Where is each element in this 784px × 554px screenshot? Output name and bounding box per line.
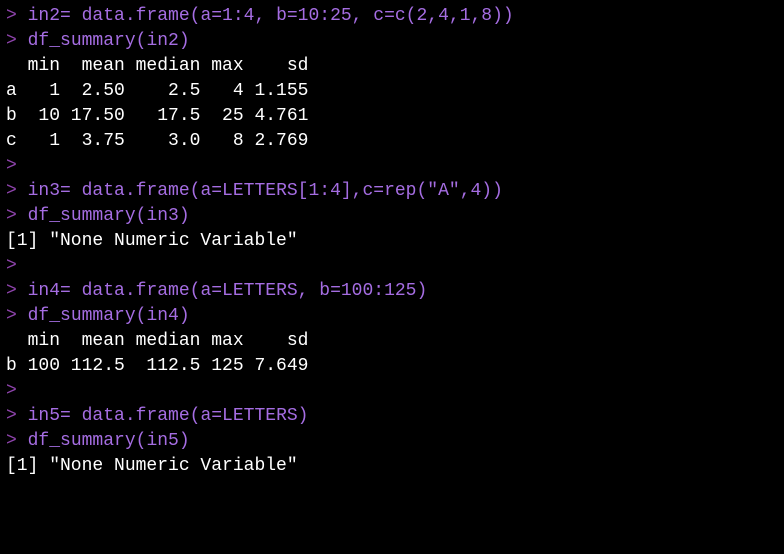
output-text: b 10 17.50 17.5 25 4.761 <box>6 106 308 126</box>
terminal-line: min mean median max sd <box>6 54 778 79</box>
terminal-line: > <box>6 254 778 279</box>
terminal-line: > df_summary(in5) <box>6 429 778 454</box>
terminal-line: > df_summary(in4) <box>6 304 778 329</box>
prompt-char: > <box>6 281 17 301</box>
command-text: df_summary(in2) <box>28 31 190 51</box>
prompt-char: > <box>6 431 17 451</box>
terminal-line: min mean median max sd <box>6 329 778 354</box>
prompt-char: > <box>6 31 17 51</box>
terminal-line: > in2= data.frame(a=1:4, b=10:25, c=c(2,… <box>6 4 778 29</box>
terminal-line: b 10 17.50 17.5 25 4.761 <box>6 104 778 129</box>
prompt-char: > <box>6 6 17 26</box>
output-text: min mean median max sd <box>6 56 308 76</box>
terminal[interactable]: > in2= data.frame(a=1:4, b=10:25, c=c(2,… <box>0 0 784 483</box>
terminal-line: [1] "None Numeric Variable" <box>6 229 778 254</box>
terminal-line: > <box>6 379 778 404</box>
terminal-line: > df_summary(in2) <box>6 29 778 54</box>
output-text: c 1 3.75 3.0 8 2.769 <box>6 131 308 151</box>
terminal-line: c 1 3.75 3.0 8 2.769 <box>6 129 778 154</box>
terminal-line: > <box>6 154 778 179</box>
terminal-line: a 1 2.50 2.5 4 1.155 <box>6 79 778 104</box>
terminal-line: > in5= data.frame(a=LETTERS) <box>6 404 778 429</box>
output-text: a 1 2.50 2.5 4 1.155 <box>6 81 308 101</box>
terminal-line: > in3= data.frame(a=LETTERS[1:4],c=rep("… <box>6 179 778 204</box>
terminal-line: b 100 112.5 112.5 125 7.649 <box>6 354 778 379</box>
prompt-char: > <box>6 306 17 326</box>
prompt-char: > <box>6 381 17 401</box>
prompt-char: > <box>6 206 17 226</box>
command-text: df_summary(in4) <box>28 306 190 326</box>
prompt-char: > <box>6 406 17 426</box>
terminal-line: [1] "None Numeric Variable" <box>6 454 778 479</box>
command-text: in3= data.frame(a=LETTERS[1:4],c=rep("A"… <box>28 181 503 201</box>
command-text: df_summary(in3) <box>28 206 190 226</box>
output-text: [1] "None Numeric Variable" <box>6 456 298 476</box>
command-text: in5= data.frame(a=LETTERS) <box>28 406 309 426</box>
terminal-line: > in4= data.frame(a=LETTERS, b=100:125) <box>6 279 778 304</box>
terminal-line: > df_summary(in3) <box>6 204 778 229</box>
command-text: in4= data.frame(a=LETTERS, b=100:125) <box>28 281 428 301</box>
command-text: in2= data.frame(a=1:4, b=10:25, c=c(2,4,… <box>28 6 514 26</box>
output-text: min mean median max sd <box>6 331 308 351</box>
command-text: df_summary(in5) <box>28 431 190 451</box>
output-text: [1] "None Numeric Variable" <box>6 231 298 251</box>
prompt-char: > <box>6 181 17 201</box>
prompt-char: > <box>6 256 17 276</box>
prompt-char: > <box>6 156 17 176</box>
output-text: b 100 112.5 112.5 125 7.649 <box>6 356 308 376</box>
